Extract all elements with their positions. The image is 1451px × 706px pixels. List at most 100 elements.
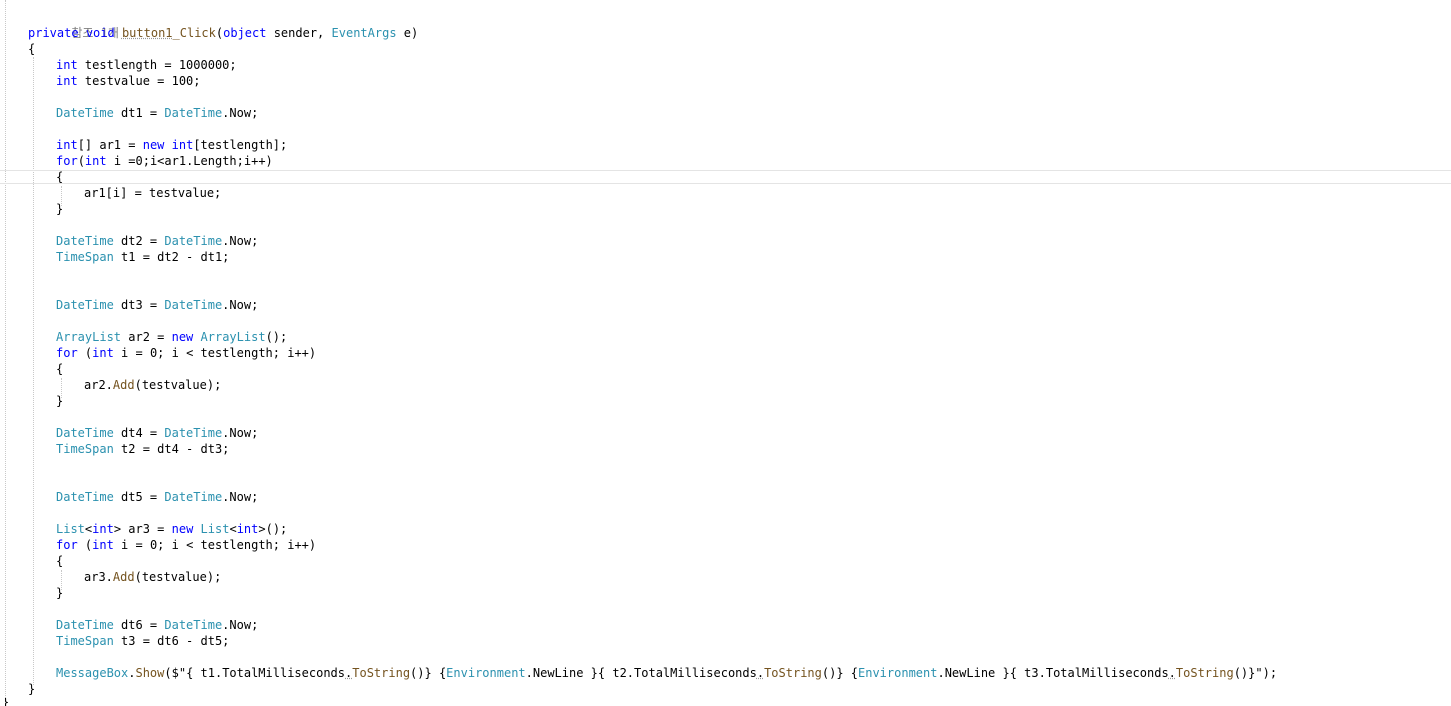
code-token: new [171,522,194,536]
code-line[interactable]: TimeSpan t1 = dt2 - dt1; [0,249,1277,265]
code-line[interactable]: for (int i = 0; i < testlength; i++) [0,537,1277,553]
code-line[interactable]: TimeSpan t2 = dt4 - dt3; [0,441,1277,457]
code-token: dt5 = [113,490,165,504]
code-line[interactable]: } [0,585,1277,601]
code-token: . [756,666,765,680]
codelens-reference-hint[interactable]: 참조 1개 [0,9,1277,40]
code-line[interactable] [0,409,1277,425]
code-token: t2 = dt4 - dt3; [113,442,230,456]
code-token: Environment [858,666,938,680]
code-token: .Now; [222,298,259,312]
code-line[interactable]: for (int i = 0; i < testlength; i++) [0,345,1277,361]
code-token: MessageBox [56,666,129,680]
code-token: } [28,682,36,696]
code-line[interactable]: TimeSpan t3 = dt6 - dt5; [0,633,1277,649]
code-token: } [56,394,64,408]
code-line[interactable]: for(int i =0;i<ar1.Length;i++) [0,153,1277,169]
code-token: ToString [1175,666,1234,680]
code-line[interactable]: ar3.Add(testvalue); [0,569,1277,585]
code-line[interactable]: DateTime dt5 = DateTime.Now; [0,489,1277,505]
code-token: .NewLine }{ t3.TotalMilliseconds [937,666,1169,680]
code-line[interactable]: { [0,361,1277,377]
code-token: List [200,522,230,536]
code-line[interactable]: private void button1_Click(object sender… [0,25,1277,41]
code-line[interactable] [0,265,1277,281]
code-line[interactable]: List<int> ar3 = new List<int>(); [0,521,1277,537]
code-token: button1 [121,26,173,40]
code-token: < [229,522,237,536]
code-line[interactable] [0,121,1277,137]
code-line[interactable]: int[] ar1 = new int[testlength]; [0,137,1277,153]
code-token: ($"{ t1.TotalMilliseconds [164,666,346,680]
code-token: _Click [172,26,216,40]
code-line[interactable] [0,649,1277,665]
code-token: DateTime [56,490,114,504]
code-token: for [56,346,78,360]
code-line[interactable]: } [0,681,1277,697]
code-token: } [56,202,64,216]
code-token: DateTime [164,426,223,440]
code-token: ()} { [821,666,858,680]
code-token: Environment [446,666,526,680]
code-token: List [56,522,85,536]
code-line[interactable] [0,473,1277,489]
code-token: (testvalue); [134,570,222,584]
code-token: int [56,58,78,72]
code-line[interactable]: int testlength = 1000000; [0,57,1277,73]
code-line[interactable]: { [0,41,1277,57]
code-token: { [56,170,64,184]
code-line[interactable]: { [0,169,1277,185]
code-token: Add [112,378,135,392]
code-token: . [1168,666,1176,680]
code-token: int [236,522,259,536]
code-line[interactable]: { [0,553,1277,569]
code-token: object [223,26,267,40]
code-line[interactable] [0,505,1277,521]
code-token: DateTime [164,234,223,248]
code-line[interactable]: ArrayList ar2 = new ArrayList(); [0,329,1277,345]
code-token: { [28,42,36,56]
code-line[interactable] [0,601,1277,617]
code-token: i =0;i<ar1.Length;i++) [106,154,273,168]
code-token: ArrayList [200,330,266,344]
code-line[interactable]: DateTime dt2 = DateTime.Now; [0,233,1277,249]
code-line[interactable]: MessageBox. Show($"{ t1.TotalMilliseconds… [0,665,1277,681]
code-editor[interactable]: 참조 1개 private void button1_Click(object … [0,0,1451,706]
code-token: int [84,154,107,168]
code-token: TimeSpan [56,634,114,648]
code-line[interactable]: int testvalue = 100; [0,73,1277,89]
code-token: ( [77,346,93,360]
code-token: ArrayList [56,330,122,344]
code-line[interactable] [0,89,1277,105]
code-line[interactable] [0,457,1277,473]
closing-brace-partial: } [2,698,10,706]
code-line[interactable]: } [0,201,1277,217]
code-line[interactable] [0,281,1277,297]
code-token: .Now; [222,618,259,632]
code-token: dt1 = [113,106,165,120]
code-line[interactable]: DateTime dt4 = DateTime.Now; [0,425,1277,441]
code-token: >(); [258,522,288,536]
code-line[interactable]: ar1[i] = testvalue; [0,185,1277,201]
code-token: dt2 = [113,234,165,248]
code-line[interactable]: DateTime dt1 = DateTime.Now; [0,105,1277,121]
code-token: for [56,538,78,552]
code-token: dt3 = [113,298,165,312]
code-token: ar3. [84,570,113,584]
code-token: for [56,154,78,168]
code-line[interactable] [0,217,1277,233]
code-line[interactable]: DateTime dt3 = DateTime.Now; [0,297,1277,313]
code-token: DateTime [164,490,223,504]
code-token: Show [135,666,165,680]
code-line[interactable]: DateTime dt6 = DateTime.Now; [0,617,1277,633]
code-token: [] ar1 = [77,138,143,152]
code-token: DateTime [164,106,223,120]
code-token: int [56,74,78,88]
code-token: (); [265,330,288,344]
code-token: int [56,138,78,152]
code-line[interactable]: } [0,393,1277,409]
code-token: sender, [266,26,332,40]
code-line[interactable]: ar2.Add(testvalue); [0,377,1277,393]
code-line[interactable] [0,313,1277,329]
